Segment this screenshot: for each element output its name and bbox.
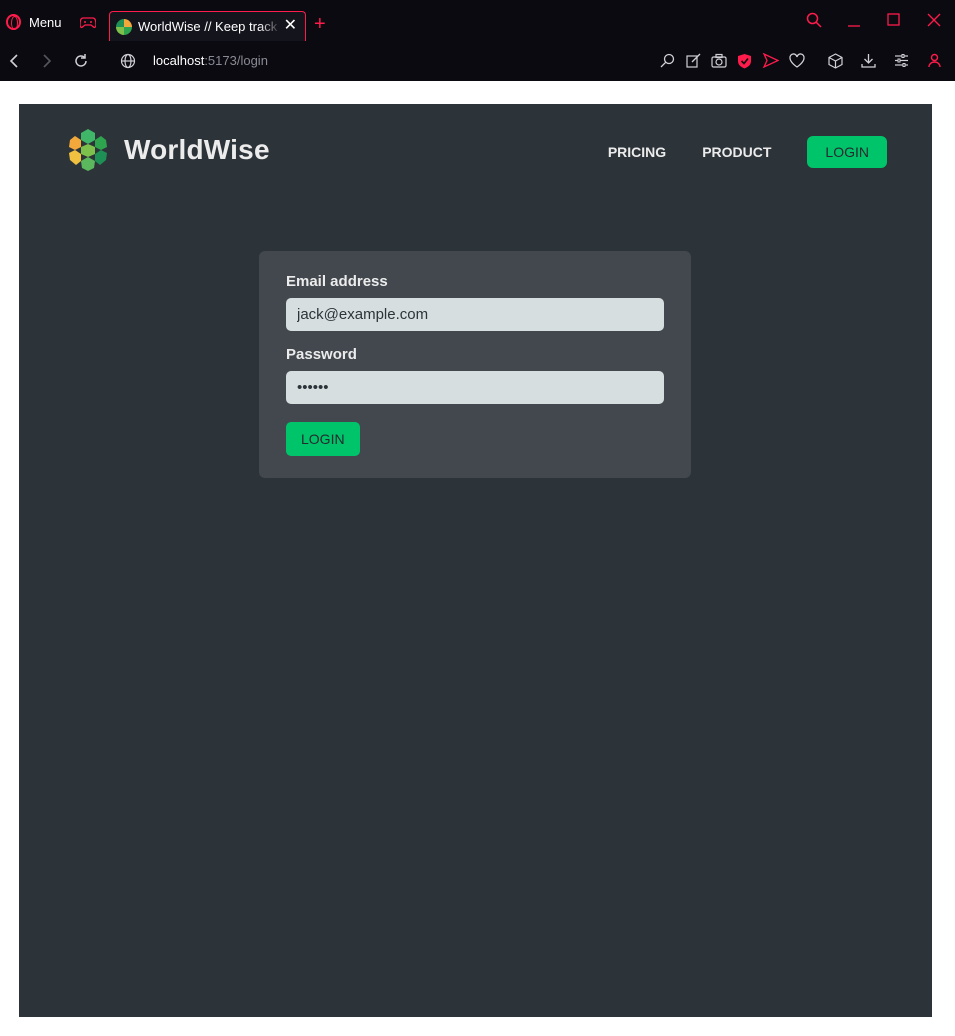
profile-icon[interactable]	[928, 53, 941, 68]
cube-icon[interactable]	[828, 53, 843, 69]
forward-icon[interactable]	[42, 53, 52, 69]
login-submit-button[interactable]: LOGIN	[286, 422, 360, 456]
url-field[interactable]: localhost:5173/login	[153, 53, 268, 68]
email-label: Email address	[286, 273, 388, 290]
maximize-window-icon[interactable]	[887, 12, 901, 28]
browser-address-bar: localhost:5173/login	[0, 41, 955, 81]
back-icon[interactable]	[9, 53, 19, 69]
worldwise-favicon-icon	[116, 18, 132, 35]
opera-logo-icon	[6, 14, 21, 30]
main-nav: PRICING PRODUCT LOGIN	[608, 136, 887, 168]
camera-icon[interactable]	[711, 53, 727, 68]
send-icon[interactable]	[763, 53, 779, 68]
password-row: Password	[286, 346, 664, 404]
url-path: :5173/login	[204, 53, 268, 68]
settings-sliders-icon[interactable]	[894, 53, 909, 68]
url-host: localhost	[153, 53, 205, 68]
worldwise-logo-icon	[65, 127, 111, 173]
globe-icon[interactable]	[120, 53, 136, 69]
password-label: Password	[286, 346, 357, 363]
browser-menu-button[interactable]: Menu	[6, 12, 62, 32]
browser-tab-bar: Menu WorldWise // Keep track of your adv…	[0, 0, 955, 41]
heart-icon[interactable]	[789, 53, 805, 68]
minimize-window-icon[interactable]	[847, 12, 861, 28]
password-input[interactable]	[286, 371, 664, 404]
gamepad-icon[interactable]	[80, 17, 96, 29]
login-form: Email address Password LOGIN	[259, 251, 691, 478]
close-tab-icon[interactable]: ✕	[284, 18, 297, 34]
login-page: WorldWise PRICING PRODUCT LOGIN Email ad…	[19, 104, 932, 1017]
reload-icon[interactable]	[73, 53, 89, 69]
email-row: Email address	[286, 273, 664, 331]
page-search-icon[interactable]	[660, 53, 675, 68]
close-window-icon[interactable]	[927, 12, 941, 28]
nav-product-link[interactable]: PRODUCT	[702, 144, 771, 160]
worldwise-logo-link[interactable]: WorldWise	[64, 126, 270, 174]
edit-icon[interactable]	[686, 53, 701, 68]
email-input[interactable]	[286, 298, 664, 331]
download-icon[interactable]	[861, 53, 876, 68]
adblock-shield-icon[interactable]	[737, 53, 752, 69]
logo-text: WorldWise	[124, 134, 270, 165]
tab-title: WorldWise // Keep track of your adventur…	[138, 19, 281, 34]
nav-login-button[interactable]: LOGIN	[807, 136, 887, 168]
browser-menu-label: Menu	[29, 14, 62, 30]
nav-pricing-link[interactable]: PRICING	[608, 144, 666, 160]
new-tab-icon[interactable]: +	[314, 14, 326, 34]
search-icon[interactable]	[806, 12, 822, 28]
tab-worldwise[interactable]: WorldWise // Keep track of your adventur…	[109, 11, 306, 41]
